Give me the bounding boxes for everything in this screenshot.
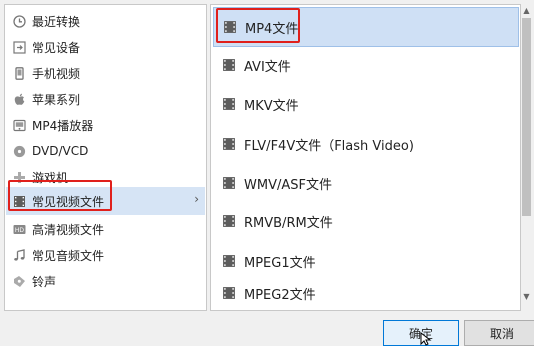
format-item-rmvb-rm[interactable]: RMVB/RM文件 xyxy=(213,201,519,241)
film-icon xyxy=(222,97,236,111)
category-item-common-audio[interactable]: 常见音频文件 xyxy=(6,243,205,267)
film-icon xyxy=(222,176,236,190)
format-label: MP4文件 xyxy=(245,21,299,37)
category-label: 高清视频文件 xyxy=(32,222,105,237)
mouse-cursor-icon xyxy=(420,332,432,346)
svg-text:HD: HD xyxy=(14,227,24,234)
category-label: 最近转换 xyxy=(32,14,81,29)
ringtone-icon xyxy=(12,274,26,288)
scrollbar-thumb[interactable] xyxy=(522,18,531,216)
category-label: 常见设备 xyxy=(32,40,81,55)
format-item-mkv[interactable]: MKV文件 xyxy=(213,84,519,124)
history-icon xyxy=(12,14,26,28)
category-item-recent[interactable]: 最近转换 xyxy=(6,9,205,33)
category-item-game-console[interactable]: 游戏机 xyxy=(6,165,205,189)
gamepad-icon xyxy=(12,170,26,184)
device-icon xyxy=(12,40,26,54)
film-icon xyxy=(222,286,236,300)
cancel-button[interactable]: 取消 xyxy=(464,320,534,346)
category-label: 铃声 xyxy=(32,274,57,289)
format-label: MKV文件 xyxy=(244,98,299,114)
film-icon xyxy=(222,58,236,72)
category-label: 常见视频文件 xyxy=(32,194,105,209)
scroll-down-icon[interactable]: ▼ xyxy=(521,290,532,302)
film-icon xyxy=(12,194,26,208)
category-item-phone-video[interactable]: 手机视频 xyxy=(6,61,205,85)
scroll-up-icon[interactable]: ▲ xyxy=(521,4,532,16)
category-item-devices[interactable]: 常见设备 xyxy=(6,35,205,59)
category-item-common-video[interactable]: 常见视频文件 › xyxy=(6,187,205,215)
category-item-ringtone[interactable]: 铃声 xyxy=(6,269,205,293)
format-label: AVI文件 xyxy=(244,59,291,75)
apple-icon xyxy=(12,92,26,106)
format-item-avi[interactable]: AVI文件 xyxy=(213,45,519,85)
category-item-mp4-player[interactable]: MP4播放器 xyxy=(6,113,205,137)
category-item-apple[interactable]: 苹果系列 xyxy=(6,87,205,111)
category-label: 常见音频文件 xyxy=(32,248,105,263)
category-list: 最近转换 常见设备 手机视频 苹果系列 MP4播放器 DVD/VCD 游戏机 常… xyxy=(4,4,207,311)
format-item-wmv-asf[interactable]: WMV/ASF文件 xyxy=(213,163,519,203)
film-icon xyxy=(222,254,236,268)
chevron-right-icon: › xyxy=(194,192,199,206)
format-item-mp4[interactable]: MP4文件 xyxy=(213,7,519,47)
music-icon xyxy=(12,248,26,262)
film-icon xyxy=(222,214,236,228)
mp4-player-icon xyxy=(12,118,26,132)
film-icon xyxy=(223,20,237,34)
category-label: 游戏机 xyxy=(32,170,69,185)
phone-icon xyxy=(12,66,26,80)
format-label: RMVB/RM文件 xyxy=(244,215,333,231)
format-label: MPEG2文件 xyxy=(244,287,316,303)
category-label: MP4播放器 xyxy=(32,118,94,133)
category-label: 手机视频 xyxy=(32,66,81,81)
format-label: MPEG1文件 xyxy=(244,255,316,271)
format-item-flv-f4v[interactable]: FLV/F4V文件（Flash Video) xyxy=(213,124,519,164)
format-item-mpeg2[interactable]: MPEG2文件 xyxy=(213,279,519,307)
format-label: WMV/ASF文件 xyxy=(244,177,332,193)
category-label: 苹果系列 xyxy=(32,92,81,107)
hd-icon: HD xyxy=(12,222,26,236)
category-label: DVD/VCD xyxy=(32,144,89,158)
category-item-dvd-vcd[interactable]: DVD/VCD xyxy=(6,139,205,163)
format-list: MP4文件 AVI文件 MKV文件 FLV/F4V文件（Flash Video)… xyxy=(210,4,521,311)
format-list-scrollbar[interactable]: ▲ ▼ xyxy=(521,4,532,311)
disc-icon xyxy=(12,144,26,158)
film-icon xyxy=(222,137,236,151)
category-item-hd-video[interactable]: HD 高清视频文件 xyxy=(6,217,205,241)
format-item-mpeg1[interactable]: MPEG1文件 xyxy=(213,241,519,281)
format-label: FLV/F4V文件（Flash Video) xyxy=(244,138,414,154)
